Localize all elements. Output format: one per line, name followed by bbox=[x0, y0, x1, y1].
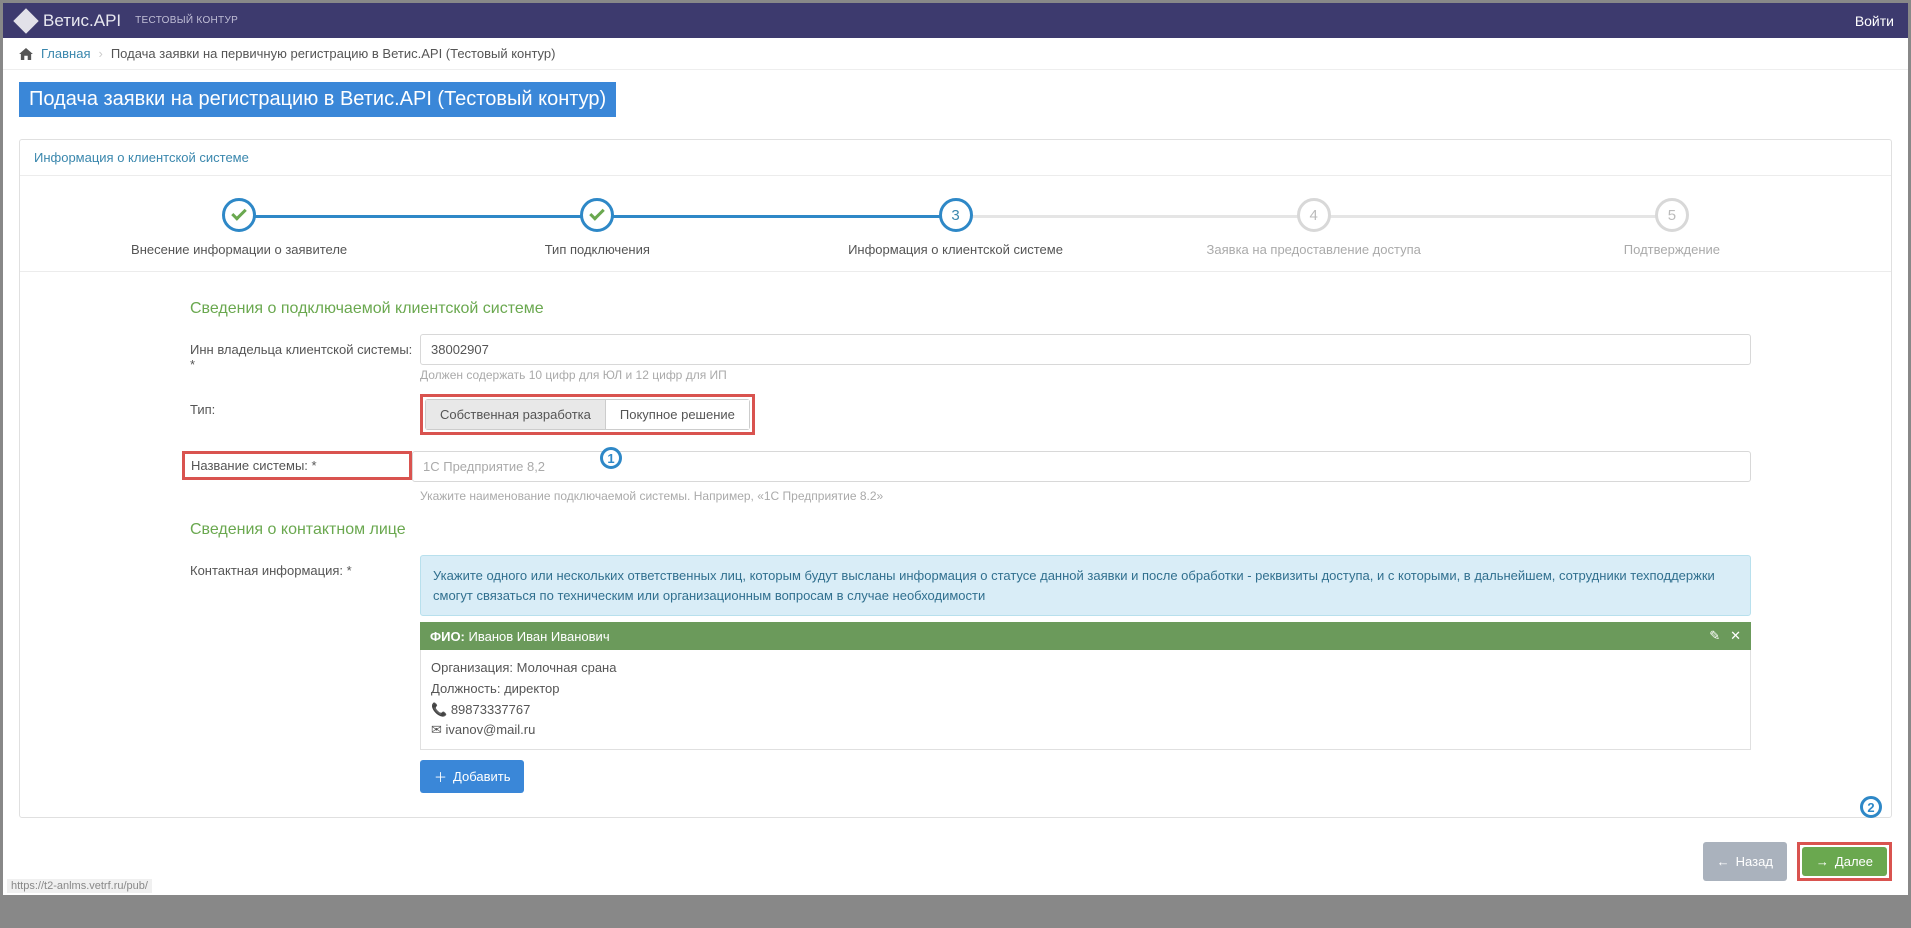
section-contact: Сведения о контактном лице bbox=[190, 521, 1751, 539]
breadcrumb-sep: › bbox=[98, 46, 102, 61]
section-client-system: Сведения о подключаемой клиентской систе… bbox=[190, 300, 1751, 318]
annotation-box-next: →Далее bbox=[1797, 842, 1892, 881]
status-url: https://t2-anlms.vetrf.ru/pub/ bbox=[7, 879, 152, 893]
inn-input[interactable] bbox=[420, 334, 1751, 365]
contact-label: Контактная информация: * bbox=[190, 555, 420, 578]
home-icon bbox=[19, 48, 33, 60]
step-2: Тип подключения bbox=[418, 198, 776, 257]
next-button[interactable]: →Далее bbox=[1802, 847, 1887, 876]
arrow-left-icon: ← bbox=[1717, 854, 1730, 869]
page-title: Подача заявки на регистрацию в Ветис.API… bbox=[19, 82, 616, 117]
brand-icon bbox=[13, 8, 38, 33]
breadcrumb: Главная › Подача заявки на первичную рег… bbox=[3, 38, 1908, 70]
close-icon[interactable]: ✕ bbox=[1730, 628, 1741, 644]
arrow-right-icon: → bbox=[1816, 854, 1829, 869]
annotation-marker-1: 1 bbox=[600, 447, 622, 469]
type-own-button[interactable]: Собственная разработка bbox=[425, 399, 605, 430]
step-5: 5 Подтверждение bbox=[1493, 198, 1851, 257]
stepper: Внесение информации о заявителе Тип подк… bbox=[20, 176, 1891, 272]
contact-info-box: Укажите одного или нескольких ответствен… bbox=[420, 555, 1751, 616]
add-contact-button[interactable]: ＋Добавить bbox=[420, 760, 524, 793]
step-1: Внесение информации о заявителе bbox=[60, 198, 418, 257]
type-purchased-button[interactable]: Покупное решение bbox=[605, 399, 750, 430]
edit-icon[interactable]: ✎ bbox=[1709, 628, 1720, 644]
brand-subtitle: ТЕСТОВЫЙ КОНТУР bbox=[135, 15, 238, 26]
mail-icon: ✉ bbox=[431, 722, 442, 737]
brand: Ветис.API ТЕСТОВЫЙ КОНТУР bbox=[17, 11, 238, 31]
plus-icon: ＋ bbox=[434, 767, 447, 786]
contact-card-body: Организация: Молочная срана Должность: д… bbox=[420, 650, 1751, 750]
back-button[interactable]: ←Назад bbox=[1703, 842, 1787, 881]
check-icon bbox=[590, 205, 606, 221]
sysname-hint: Укажите наименование подключаемой систем… bbox=[420, 489, 1751, 503]
contact-card-head: ФИО: Иванов Иван Иванович ✎ ✕ bbox=[420, 622, 1751, 650]
panel-head: Информация о клиентской системе bbox=[20, 140, 1891, 176]
sysname-label: Название системы: * bbox=[182, 451, 412, 480]
phone-icon: 📞 bbox=[431, 702, 447, 717]
breadcrumb-current: Подача заявки на первичную регистрацию в… bbox=[111, 46, 556, 61]
inn-label: Инн владельца клиентской системы: * bbox=[190, 334, 420, 372]
topbar: Ветис.API ТЕСТОВЫЙ КОНТУР Войти bbox=[3, 3, 1908, 38]
inn-hint: Должен содержать 10 цифр для ЮЛ и 12 циф… bbox=[420, 368, 1751, 382]
step-4: 4 Заявка на предоставление доступа bbox=[1135, 198, 1493, 257]
step-3: 3 Информация о клиентской системе bbox=[776, 198, 1134, 257]
main-panel: Информация о клиентской системе Внесение… bbox=[19, 139, 1892, 818]
annotation-box-type: Собственная разработка Покупное решение bbox=[420, 394, 755, 435]
login-link[interactable]: Войти bbox=[1855, 13, 1894, 29]
check-icon bbox=[231, 205, 247, 221]
brand-title: Ветис.API bbox=[43, 11, 121, 31]
type-label: Тип: bbox=[190, 394, 420, 417]
breadcrumb-home[interactable]: Главная bbox=[41, 46, 90, 61]
